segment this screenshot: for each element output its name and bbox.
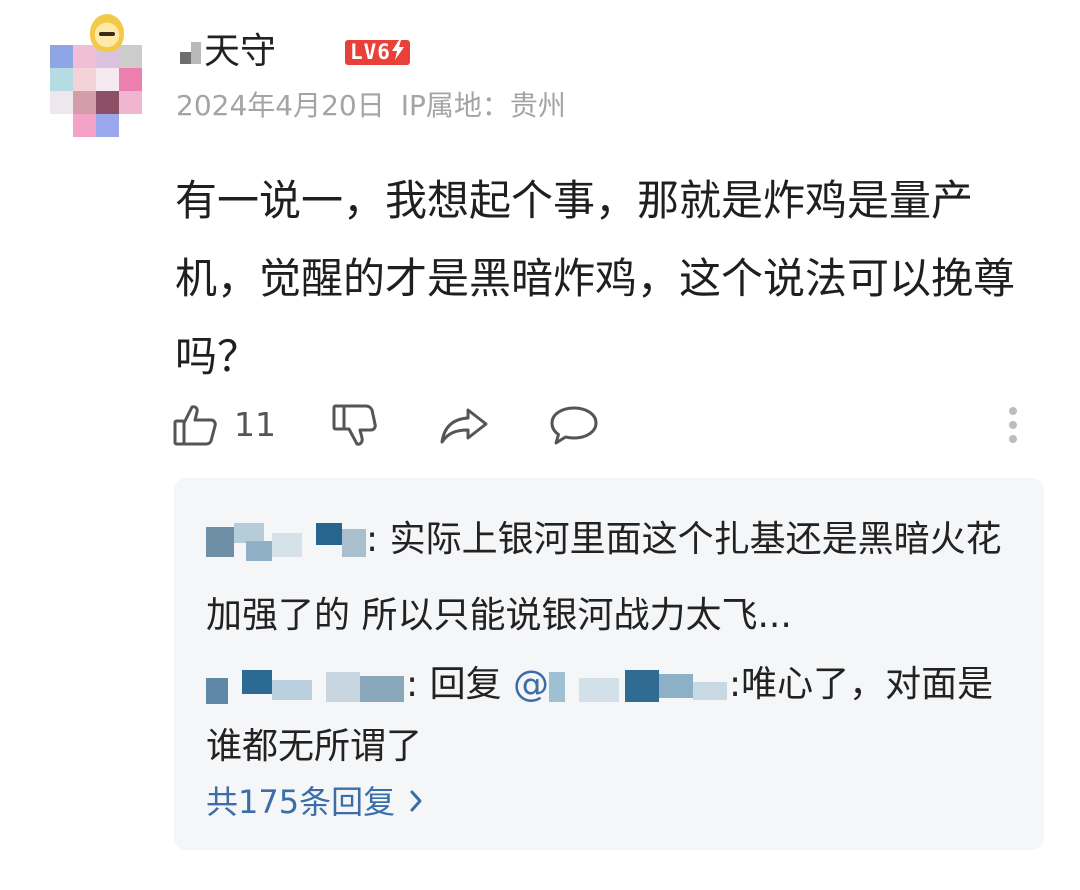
replies-preview[interactable]: : 实际上银河里面这个扎基还是黑暗火花加强了的 所以只能说银河战力太飞... :… xyxy=(174,478,1044,850)
dislike-button[interactable] xyxy=(330,398,378,452)
lightning-bolt-icon xyxy=(391,39,404,66)
avatar-pixel xyxy=(73,45,96,68)
avatar-pixel xyxy=(96,114,119,137)
avatar-pixel xyxy=(73,68,96,91)
reply-author-blurred[interactable] xyxy=(206,664,406,708)
avatar-pixel xyxy=(50,68,73,91)
comment-icon xyxy=(548,402,600,448)
chevron-right-icon xyxy=(409,778,423,826)
ip-location: IP属地：贵州 xyxy=(400,89,566,122)
level-text: LV6 xyxy=(350,40,391,64)
reply-item[interactable]: : 实际上银河里面这个扎基还是黑暗火花加强了的 所以只能说银河战力太飞... xyxy=(206,502,1006,654)
reply-mention[interactable]: @ xyxy=(513,664,549,705)
reply-button[interactable] xyxy=(548,398,600,452)
comment-body: 有一说一，我想起个事，那就是炸鸡是量产机，觉醒的才是黑暗炸鸡，这个说法可以挽尊吗… xyxy=(175,176,1016,381)
like-button[interactable]: 11 xyxy=(172,398,276,452)
mention-user-blurred[interactable] xyxy=(549,664,729,708)
comment-meta: 2024年4月20日 IP属地：贵州 xyxy=(176,86,566,126)
avatar-pixel xyxy=(119,68,142,91)
username[interactable]: 天守 xyxy=(178,28,276,76)
avatar-pixel xyxy=(50,45,73,68)
avatar-pixel xyxy=(96,91,119,114)
share-icon xyxy=(438,402,490,448)
reply-item[interactable]: : 回复 @ :唯心了，对面是谁都无所谓了 xyxy=(206,654,1006,778)
username-blurred-part xyxy=(178,32,202,72)
username-text: 天守 xyxy=(204,31,277,72)
avatar-pixel xyxy=(73,91,96,114)
avatar-pixel xyxy=(96,68,119,91)
view-all-replies-link[interactable]: 共175条回复 xyxy=(206,778,423,826)
thumbs-down-icon xyxy=(330,402,378,448)
more-options-button[interactable] xyxy=(1006,398,1020,452)
share-button[interactable] xyxy=(438,398,490,452)
level-badge: LV6 xyxy=(345,39,410,66)
reply-count-label: 共175条回复 xyxy=(206,783,396,821)
reply-prefix: : 回复 xyxy=(406,664,514,705)
avatar-character-head xyxy=(90,14,124,52)
avatar-pixel xyxy=(50,91,73,114)
thumbs-up-icon xyxy=(172,402,218,448)
comment-action-bar: 11 xyxy=(172,398,1052,452)
avatar-pixel xyxy=(119,91,142,114)
reply-author-blurred[interactable] xyxy=(206,519,366,563)
more-vertical-icon xyxy=(1006,402,1020,448)
comment-date: 2024年4月20日 xyxy=(176,89,385,122)
like-count: 11 xyxy=(234,405,276,444)
avatar[interactable] xyxy=(30,12,145,137)
avatar-pixel xyxy=(73,114,96,137)
avatar-pixel xyxy=(119,45,142,68)
